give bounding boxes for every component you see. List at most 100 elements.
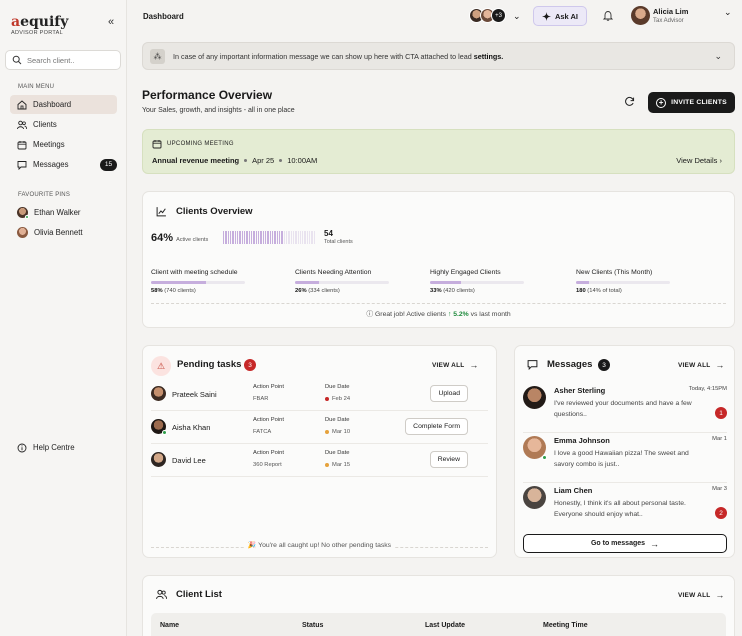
go-to-messages-button[interactable]: Go to messages →	[523, 534, 727, 553]
breadcrumb: Dashboard	[143, 12, 184, 21]
active-bar-segment	[290, 231, 292, 244]
search-box[interactable]	[5, 50, 121, 70]
metric-highly-engaged: Highly Engaged Clients 33% (420 clients)	[430, 269, 565, 294]
user-avatar[interactable]	[631, 6, 650, 25]
active-bar-segment	[227, 231, 229, 244]
active-bar-segment	[311, 231, 313, 244]
sidebar-item-dashboard[interactable]: Dashboard	[10, 95, 117, 114]
banner-settings-link[interactable]: settings.	[474, 52, 504, 61]
due-date-value: Mar 15	[325, 462, 350, 468]
message-item[interactable]: Asher Sterling Today, 4:15PM I've review…	[523, 383, 727, 433]
metric-needing-attention: Clients Needing Attention 26% (334 clien…	[295, 269, 430, 294]
clients-overview-card: Clients Overview 64% Active clients 54 T…	[142, 191, 735, 328]
active-bar-segment	[229, 231, 232, 244]
column-header-last-update[interactable]: Last Update	[425, 622, 465, 629]
active-bar-segment	[276, 231, 278, 244]
message-sender: Asher Sterling	[554, 386, 606, 395]
active-clients-trend: ⓘ Great job! Active clients ↑ 5.2% vs la…	[366, 311, 511, 318]
arrow-right-icon: →	[715, 590, 725, 600]
users-icon	[17, 120, 27, 129]
bell-icon[interactable]	[603, 10, 613, 21]
divider	[151, 303, 726, 304]
metric-meeting-schedule: Client with meeting schedule 58% (740 cl…	[151, 269, 286, 294]
pending-view-all-link[interactable]: VIEW ALL →	[432, 360, 479, 370]
due-date-value: Mar 10	[325, 429, 350, 435]
active-bar-segment	[285, 231, 288, 244]
active-bar-segment	[236, 231, 239, 244]
due-date-label: Due Date	[325, 417, 350, 423]
ask-ai-label: Ask AI	[554, 11, 579, 21]
action-point-label: Action Point	[253, 384, 284, 390]
brand-logo[interactable]: aequify	[11, 14, 68, 30]
active-bar-segment	[257, 231, 260, 244]
calendar-icon	[17, 140, 27, 149]
action-point-value: FBAR	[253, 396, 269, 402]
chat-icon	[527, 360, 538, 370]
client-table-header: Name Status Last Update Meeting Time	[151, 613, 726, 636]
pending-tasks-title: Pending tasks	[177, 359, 242, 370]
column-header-meeting-time[interactable]: Meeting Time	[543, 622, 588, 629]
message-item[interactable]: Emma Johnson Mar 1 I love a good Hawaiia…	[523, 433, 727, 483]
task-client-name[interactable]: Aisha Khan	[172, 423, 210, 432]
review-button[interactable]: Review	[429, 451, 468, 468]
sidebar-item-help-centre[interactable]: Help Centre	[10, 438, 117, 457]
column-header-status[interactable]: Status	[302, 622, 323, 629]
task-client-name[interactable]: Prateek Saini	[172, 390, 217, 399]
client-list-view-all-link[interactable]: VIEW ALL →	[678, 590, 725, 600]
messages-title: Messages	[547, 359, 593, 370]
upload-button[interactable]: Upload	[430, 385, 468, 402]
ask-ai-button[interactable]: Ask AI	[533, 6, 587, 26]
meeting-date: Apr 25	[252, 156, 275, 165]
message-sender: Liam Chen	[554, 486, 593, 495]
active-bar-segment	[281, 231, 283, 244]
active-bar-segment	[302, 231, 304, 244]
pin-ethan-walker[interactable]: Ethan Walker	[10, 203, 117, 222]
sidebar-item-label: Help Centre	[33, 443, 75, 452]
task-client-name[interactable]: David Lee	[172, 456, 206, 465]
pin-olivia-bennett[interactable]: Olivia Bennett	[10, 223, 117, 242]
client-list-title: Client List	[176, 589, 222, 600]
sidebar-item-label: Clients	[33, 120, 57, 129]
refresh-icon[interactable]	[624, 96, 635, 107]
upcoming-meeting-card[interactable]: UPCOMING MEETING Annual revenue meeting …	[142, 129, 735, 174]
team-avatars[interactable]: +3	[469, 8, 506, 23]
active-bar-segment	[246, 231, 248, 244]
pending-footer: 🎉 You're all caught up! No other pending…	[143, 541, 496, 549]
active-bar-segment	[255, 231, 257, 244]
collapse-sidebar-icon[interactable]: «	[108, 16, 114, 28]
active-bar-segment	[250, 231, 253, 244]
sidebar-item-label: Meetings	[33, 140, 65, 149]
user-role: Tax Advisor	[653, 18, 684, 24]
active-bar-segment	[278, 231, 281, 244]
messages-card: Messages 3 VIEW ALL → Asher Sterling Toda…	[514, 345, 735, 558]
client-list-card: Client List VIEW ALL → Name Status Last U…	[142, 575, 735, 636]
calendar-icon	[152, 140, 162, 149]
meeting-info: Annual revenue meeting Apr 25 10:00AM	[152, 156, 317, 165]
active-bar-segment	[243, 231, 246, 244]
chevron-down-icon[interactable]: ⌄	[513, 11, 521, 22]
pending-count-badge: 3	[244, 359, 256, 371]
action-point-value: 360 Report	[253, 462, 282, 468]
complete-form-button[interactable]: Complete Form	[405, 418, 468, 435]
message-item[interactable]: Liam Chen Mar 3 Honestly, I think it's a…	[523, 483, 727, 533]
task-row: David Lee Action Point 360 Report Due Da…	[151, 444, 488, 477]
sidebar-item-label: Dashboard	[33, 100, 72, 109]
column-header-name[interactable]: Name	[160, 622, 179, 629]
invite-clients-button[interactable]: + INVITE CLIENTS	[648, 92, 735, 113]
active-bar-segment	[295, 231, 297, 244]
sparkle-icon	[541, 11, 551, 21]
sidebar-item-meetings[interactable]: Meetings	[10, 135, 117, 154]
task-row: Prateek Saini Action Point FBAR Due Date…	[151, 378, 488, 411]
active-bar-segment	[267, 231, 269, 244]
view-details-link[interactable]: View Details ›	[676, 156, 722, 165]
chevron-down-icon[interactable]: ⌄	[724, 7, 732, 18]
sidebar-item-messages[interactable]: Messages 15	[10, 155, 117, 174]
search-icon	[12, 55, 22, 65]
messages-view-all-link[interactable]: VIEW ALL →	[678, 360, 725, 370]
message-sender: Emma Johnson	[554, 436, 610, 445]
search-input[interactable]	[27, 55, 117, 65]
due-date-label: Due Date	[325, 450, 350, 456]
user-name[interactable]: Alicia Lim	[653, 7, 688, 16]
chevron-down-icon[interactable]: ⌄	[714, 51, 722, 62]
sidebar-item-clients[interactable]: Clients	[10, 115, 117, 134]
